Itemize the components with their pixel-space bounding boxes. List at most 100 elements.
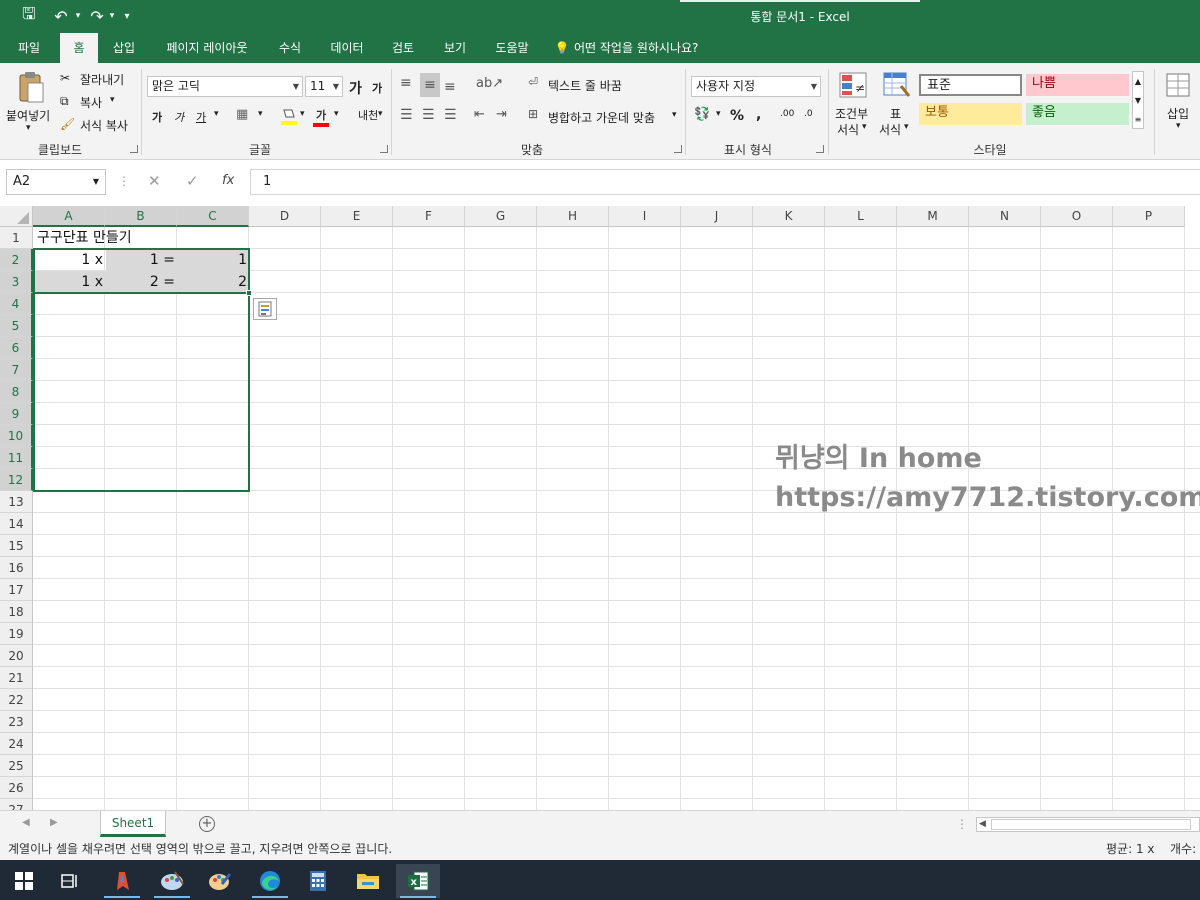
style-neutral[interactable]: 보통 [919,103,1022,125]
row-header-12[interactable]: 12 [0,469,33,491]
row-header-11[interactable]: 11 [0,447,33,469]
sheet-tab-sheet1[interactable]: Sheet1 [100,811,166,837]
tab-data[interactable]: 데이터 [320,33,374,63]
column-header-k[interactable]: K [753,206,825,227]
row-header-13[interactable]: 13 [0,491,33,513]
new-sheet-icon[interactable]: + [199,816,215,832]
increase-font-size-button[interactable]: 가 [349,78,362,98]
task-view-icon[interactable] [48,864,92,898]
column-header-o[interactable]: O [1041,206,1113,227]
increase-indent-icon[interactable]: ⇥ [496,107,507,122]
decrease-font-size-button[interactable]: 가 [372,80,382,96]
paint-3d-icon[interactable] [198,864,242,898]
column-header-i[interactable]: I [609,206,681,227]
border-dropdown-icon[interactable]: ▾ [258,109,263,119]
row-header-17[interactable]: 17 [0,579,33,601]
select-all-button[interactable] [0,206,33,227]
style-normal[interactable]: 표준 [919,74,1022,96]
tab-page-layout[interactable]: 페이지 레이아웃 [152,33,262,63]
horizontal-scroll-thumb[interactable] [991,819,1191,830]
percent-style-button[interactable]: % [730,108,744,124]
column-header-c[interactable]: C [177,206,249,227]
row-header-27[interactable]: 27 [0,799,33,810]
format-as-table-icon[interactable] [882,71,912,99]
row-header-26[interactable]: 26 [0,777,33,799]
row-header-3[interactable]: 3 [0,271,33,293]
cut-button[interactable]: 잘라내기 [80,71,124,88]
fill-color-dropdown-icon[interactable]: ▾ [300,109,305,119]
align-middle-icon[interactable]: ≡ [420,73,440,97]
row-header-20[interactable]: 20 [0,645,33,667]
orientation-icon[interactable]: ab↗ [476,76,503,91]
row-header-1[interactable]: 1 [0,227,33,249]
tab-review[interactable]: 검토 [382,33,424,63]
name-box[interactable]: A2 ▼ [6,169,106,195]
increase-decimal-button[interactable]: .00 [780,109,794,119]
clipboard-launcher-icon[interactable] [130,145,138,153]
align-top-icon[interactable]: ≡ [400,75,412,91]
style-bad[interactable]: 나쁨 [1026,74,1129,96]
row-header-5[interactable]: 5 [0,315,33,337]
column-header-e[interactable]: E [321,206,393,227]
next-sheet-icon[interactable]: ▶ [50,817,58,828]
formula-input[interactable]: 1 [250,169,1200,195]
format-painter-icon[interactable]: 🖌 [60,117,75,131]
tab-file[interactable]: 파일 [6,33,52,63]
merge-dropdown-icon[interactable]: ▾ [672,110,677,120]
tab-formulas[interactable]: 수식 [270,33,310,63]
insert-cells-dropdown-icon[interactable]: ▾ [1176,121,1181,131]
bold-button[interactable]: 가 [152,109,162,125]
column-header-b[interactable]: B [105,206,177,227]
horizontal-scrollbar[interactable]: ◀ [976,817,1200,832]
accounting-dropdown-icon[interactable]: ▾ [716,109,721,119]
excel-icon[interactable]: x [396,864,440,898]
tab-view[interactable]: 보기 [434,33,476,63]
tab-split-grip-icon[interactable]: ⋮ [956,817,968,831]
row-header-15[interactable]: 15 [0,535,33,557]
row-header-25[interactable]: 25 [0,755,33,777]
column-header-d[interactable]: D [249,206,321,227]
wrap-text-button[interactable]: 텍스트 줄 바꿈 [548,77,622,94]
column-header-p[interactable]: P [1113,206,1185,227]
row-header-8[interactable]: 8 [0,381,33,403]
cancel-icon[interactable]: ✕ [148,172,161,190]
copy-button[interactable]: 복사 [80,94,102,111]
row-header-22[interactable]: 22 [0,689,33,711]
column-header-n[interactable]: N [969,206,1041,227]
style-good[interactable]: 좋음 [1026,103,1129,125]
column-header-h[interactable]: H [537,206,609,227]
format-as-table-dropdown-icon[interactable]: ▾ [904,122,909,132]
format-as-table-label-2[interactable]: 서식 [879,121,901,138]
file-explorer-icon[interactable] [346,864,390,898]
paint-icon[interactable] [150,864,194,898]
accounting-format-icon[interactable]: 💱 [694,107,710,122]
font-color-dropdown-icon[interactable]: ▾ [334,109,339,119]
column-header-l[interactable]: L [825,206,897,227]
paste-button-label[interactable]: 붙여넣기 [6,107,50,124]
cell-A1[interactable]: 구구단표 만들기 [34,227,234,249]
paste-icon[interactable] [14,69,48,107]
previous-sheet-icon[interactable]: ◀ [22,817,30,828]
copy-icon[interactable]: ⧉ [60,94,69,109]
calculator-icon[interactable] [296,864,340,898]
font-launcher-icon[interactable] [380,145,388,153]
phonetic-dropdown-icon[interactable]: ▾ [378,109,383,119]
tell-me-search[interactable]: 어떤 작업을 원하시나요? [574,33,714,63]
border-icon[interactable]: ▦ [236,107,248,122]
auto-fill-options-button[interactable] [253,298,277,320]
tab-home[interactable]: 홈 [60,33,98,63]
number-launcher-icon[interactable] [816,145,824,153]
align-bottom-icon[interactable]: ≡ [444,79,456,95]
decrease-indent-icon[interactable]: ⇤ [474,107,485,122]
tab-insert[interactable]: 삽입 [104,33,144,63]
underline-dropdown-icon[interactable]: ▾ [214,109,219,119]
row-header-21[interactable]: 21 [0,667,33,689]
merge-center-icon[interactable]: ⊞ [528,107,538,121]
conditional-formatting-label-2[interactable]: 서식 [837,121,859,138]
row-header-23[interactable]: 23 [0,711,33,733]
italic-button[interactable]: 가 [174,109,184,125]
column-header-a[interactable]: A [33,206,105,227]
enter-icon[interactable]: ✓ [186,172,199,190]
fill-handle[interactable] [246,290,252,296]
row-header-16[interactable]: 16 [0,557,33,579]
